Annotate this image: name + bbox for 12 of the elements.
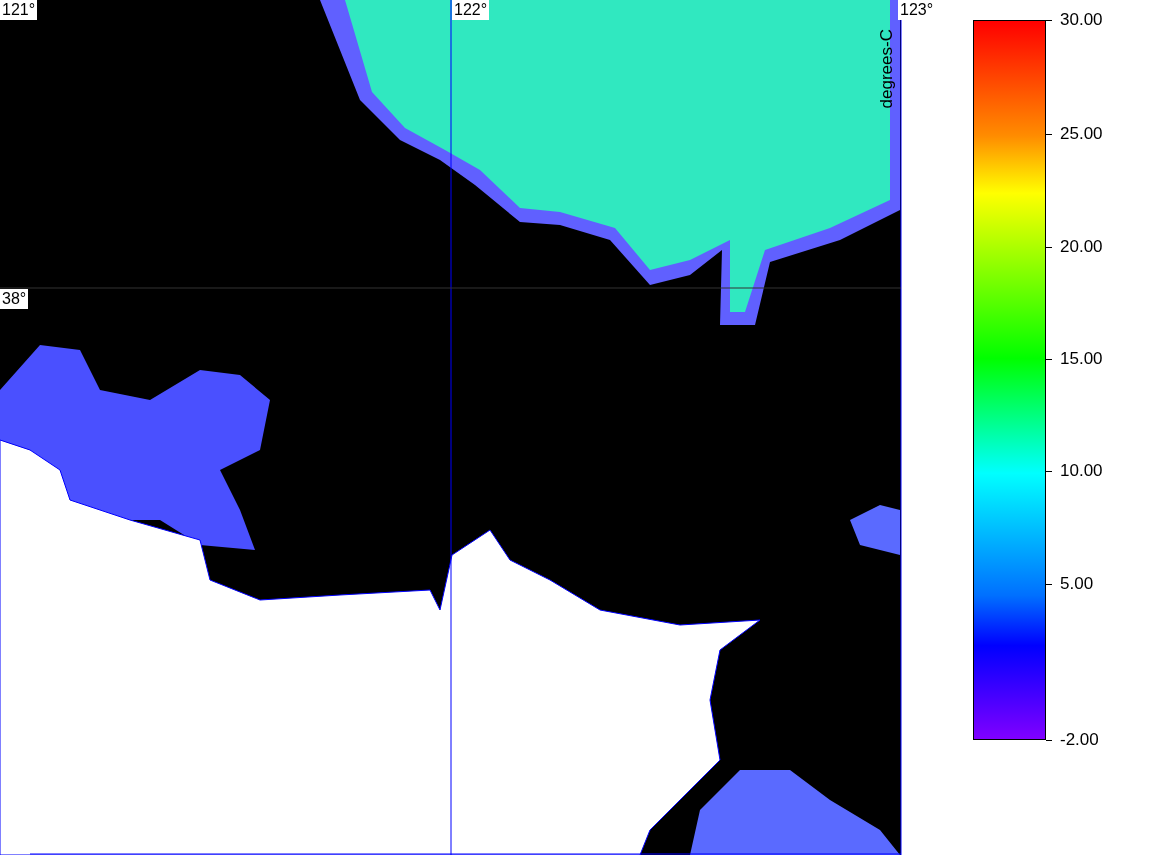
longitude-label: 123° xyxy=(898,0,936,20)
longitude-label: 121° xyxy=(0,0,38,20)
colorbar-tick-label: 25.00 xyxy=(1060,124,1103,144)
colorbar-tick-label: 15.00 xyxy=(1060,349,1103,369)
colorbar-title: degrees-C xyxy=(875,29,897,109)
colorbar-tick-label: 10.00 xyxy=(1060,461,1103,481)
latitude-label: 38° xyxy=(0,289,29,309)
colorbar-tick-label: 20.00 xyxy=(1060,237,1103,257)
longitude-label: 122° xyxy=(452,0,490,20)
colorbar-tick-label: 30.00 xyxy=(1060,10,1103,30)
colorbar-tick-label: -2.00 xyxy=(1060,730,1099,750)
colorbar-tick-label: 5.00 xyxy=(1060,574,1094,594)
